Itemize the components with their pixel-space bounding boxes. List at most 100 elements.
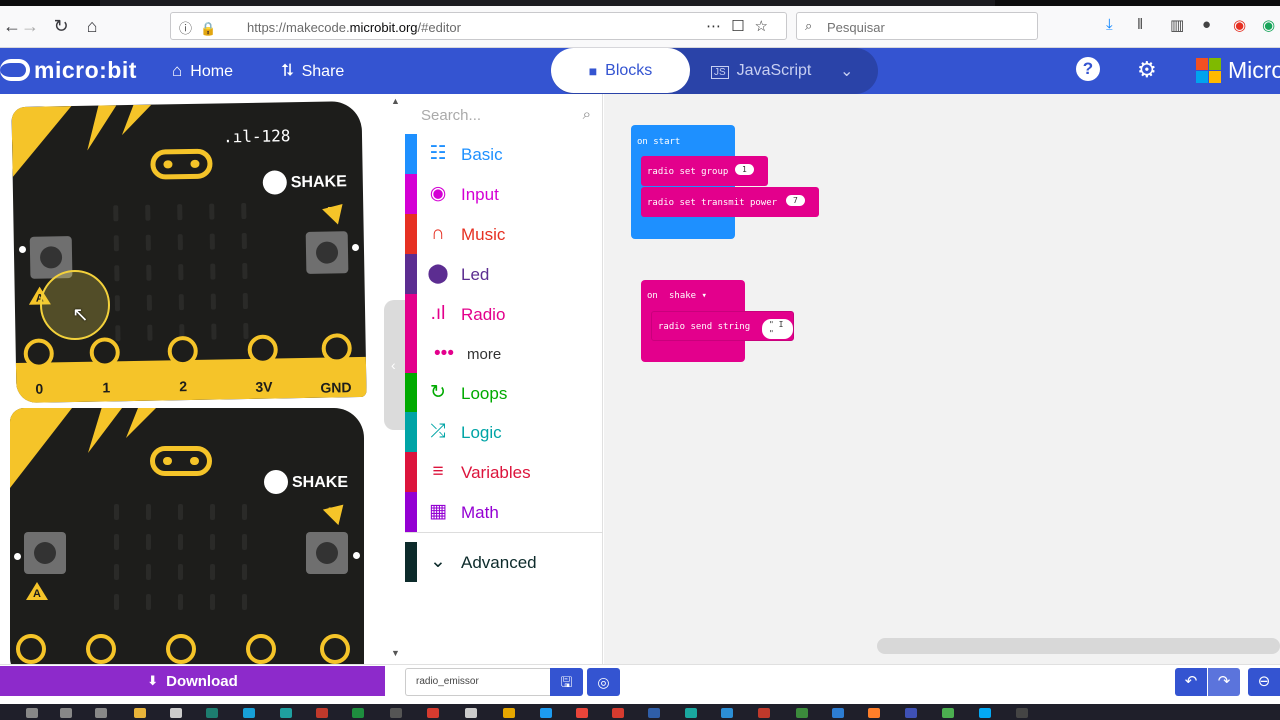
app-icon[interactable] (905, 708, 917, 718)
home-icon[interactable]: ⌂ (80, 14, 104, 38)
pin-gnd[interactable] (320, 634, 350, 664)
number-input[interactable]: 7 (786, 195, 805, 206)
workspace-scrollbar[interactable] (877, 638, 1280, 654)
board-logo[interactable] (150, 148, 213, 180)
file-explorer-icon[interactable] (134, 708, 146, 718)
app-icon[interactable] (942, 708, 954, 718)
extension-icon[interactable]: ◉ (1233, 16, 1246, 34)
button-b[interactable] (305, 231, 349, 274)
cortana-icon[interactable] (60, 708, 72, 718)
chrome-icon[interactable] (576, 708, 588, 718)
app-icon[interactable] (832, 708, 844, 718)
radio-set-group-block[interactable]: radio set group 1 (641, 156, 768, 186)
radio-set-power-block[interactable]: radio set transmit power 7 (641, 187, 819, 217)
category-radio-more[interactable]: ••• more (405, 334, 603, 374)
blocks-workspace[interactable]: on start radio set group 1 radio set tra… (604, 94, 1280, 664)
firefox-icon[interactable] (868, 708, 880, 718)
reload-icon[interactable]: ↻ (49, 14, 73, 38)
browser-search-field[interactable]: ⌕ Pesquisar (796, 12, 1038, 40)
category-loops[interactable]: ↻ Loops (405, 373, 603, 413)
extension-icon-2[interactable]: ◉ (1262, 16, 1275, 34)
zoom-out-button[interactable]: ⊖ (1248, 668, 1280, 696)
chevron-down-icon[interactable]: ⌄ (840, 61, 853, 81)
download-button[interactable]: ⬇ Download (0, 666, 385, 696)
home-button[interactable]: ⌂ Home (172, 61, 233, 81)
download-icon[interactable]: ⤓ (1106, 16, 1113, 33)
app-icon[interactable] (316, 708, 328, 718)
save-button[interactable]: 🖫 (550, 668, 583, 696)
pin-0[interactable] (16, 634, 46, 664)
library-icon[interactable]: ‖ (1137, 16, 1143, 33)
sidebar-icon[interactable]: ▥ (1170, 16, 1184, 34)
forward-arrow-icon[interactable]: → (18, 14, 42, 38)
app-icon[interactable] (540, 708, 552, 718)
number-input[interactable]: 1 (735, 164, 754, 175)
string-input[interactable]: " I " (762, 319, 793, 339)
collapse-simulator-button[interactable]: ‹ (384, 300, 406, 430)
app-icon[interactable] (465, 708, 477, 718)
scroll-up-icon[interactable]: ▲ (391, 96, 400, 106)
app-icon[interactable] (1016, 708, 1028, 718)
page-actions-icon[interactable]: ⋯☐☆ (706, 17, 778, 35)
tab-javascript[interactable]: JS JavaScript (711, 62, 811, 80)
pin-2[interactable] (166, 634, 196, 664)
category-variables[interactable]: ≡ Variables (405, 452, 603, 492)
shake-button[interactable] (262, 170, 288, 195)
home-label: Home (190, 63, 233, 80)
task-view-icon[interactable] (95, 708, 107, 718)
app-icon[interactable] (390, 708, 402, 718)
category-basic[interactable]: ☷ Basic (405, 134, 603, 174)
app-icon[interactable] (721, 708, 733, 718)
app-icon[interactable] (427, 708, 439, 718)
category-label: Variables (461, 463, 531, 482)
category-advanced[interactable]: ⌄ Advanced (405, 542, 603, 582)
toolbox-search[interactable]: Search... ⌕ (405, 94, 603, 134)
scroll-down-icon[interactable]: ▼ (391, 648, 400, 658)
app-icon[interactable] (758, 708, 770, 718)
board-logo[interactable] (150, 446, 212, 476)
project-name-input[interactable]: radio_emissor (405, 668, 551, 696)
pin-3v[interactable] (246, 634, 276, 664)
app-icon[interactable] (612, 708, 624, 718)
redo-button[interactable]: ↷ (1208, 668, 1240, 696)
app-icon[interactable] (979, 708, 991, 718)
tab-blocks[interactable]: ■ Blocks (551, 48, 690, 93)
pin-1[interactable] (86, 634, 116, 664)
site-info-icon[interactable]: ⓘ🔒 (179, 18, 224, 37)
button-b[interactable] (306, 532, 348, 574)
app-icon[interactable] (503, 708, 515, 718)
category-radio[interactable]: .ıl Radio (405, 294, 603, 334)
category-logic[interactable]: ⤮ Logic (405, 412, 603, 452)
excel-icon[interactable] (352, 708, 364, 718)
github-button[interactable]: ◎ (587, 668, 620, 696)
help-icon[interactable]: ? (1076, 57, 1100, 81)
redo-icon: ↷ (1217, 673, 1231, 690)
button-a[interactable] (24, 532, 66, 574)
category-led[interactable]: ⬤ Led (405, 254, 603, 294)
app-icon[interactable] (685, 708, 697, 718)
gesture-dropdown[interactable]: shake ▾ (669, 291, 707, 301)
radio-send-string-block[interactable]: radio send string " I " (651, 311, 794, 341)
category-label: Loops (461, 384, 508, 403)
app-icon[interactable] (206, 708, 218, 718)
undo-button[interactable]: ↶ (1175, 668, 1207, 696)
category-math[interactable]: ▦ Math (405, 492, 603, 532)
share-button[interactable]: ⮁ Share (280, 61, 344, 81)
app-icon[interactable] (648, 708, 660, 718)
url-bar[interactable]: ⓘ🔒 https://makecode.microbit.org/#editor… (170, 12, 787, 40)
logo-text: micro:bit (34, 57, 137, 83)
app-icon[interactable] (280, 708, 292, 718)
app-icon[interactable] (243, 708, 255, 718)
category-input[interactable]: ◉ Input (405, 174, 603, 214)
board-side-dot (352, 244, 359, 251)
app-icon[interactable] (796, 708, 808, 718)
microbit-logo[interactable]: micro:bit (0, 57, 137, 84)
gear-icon[interactable]: ⚙ (1137, 57, 1157, 83)
tab-blocks-label: Blocks (605, 61, 653, 79)
account-icon[interactable]: ● (1202, 16, 1211, 33)
app-icon[interactable] (170, 708, 182, 718)
shake-button[interactable] (264, 470, 288, 494)
search-icon[interactable] (26, 708, 38, 718)
category-label: Advanced (461, 553, 537, 572)
category-music[interactable]: ∩ Music (405, 214, 603, 254)
